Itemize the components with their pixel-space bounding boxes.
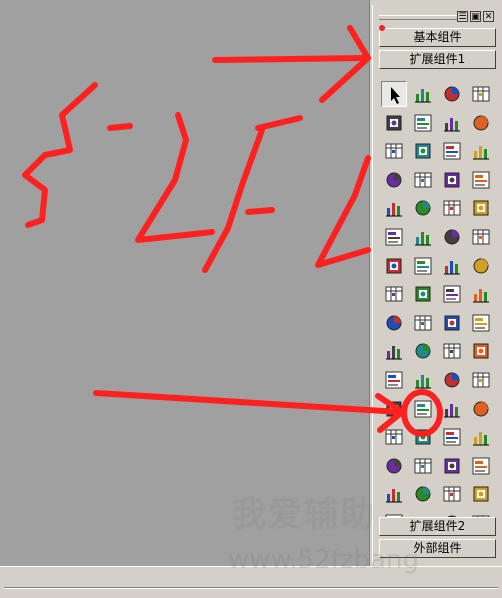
- pointer-icon[interactable]: [381, 81, 407, 107]
- combo-icon[interactable]: [410, 453, 436, 479]
- image-icon[interactable]: [381, 310, 407, 336]
- socket-icon[interactable]: [410, 110, 436, 136]
- window-icon[interactable]: [410, 253, 436, 279]
- maximize-icon[interactable]: ▣: [470, 11, 481, 22]
- ok-icon[interactable]: [468, 481, 494, 507]
- check-grid-icon[interactable]: [439, 453, 465, 479]
- menu-icon[interactable]: ☰: [457, 11, 468, 22]
- numpad-icon[interactable]: [439, 481, 465, 507]
- page-icon[interactable]: [439, 424, 465, 450]
- globe-icon[interactable]: [410, 396, 436, 422]
- ruler-icon[interactable]: [381, 281, 407, 307]
- calendar-icon[interactable]: [381, 195, 407, 221]
- vcl-icon[interactable]: [468, 424, 494, 450]
- spinner-icon[interactable]: [468, 253, 494, 279]
- audio-icon[interactable]: [468, 338, 494, 364]
- progress-icon[interactable]: [468, 81, 494, 107]
- converter-icon[interactable]: [468, 367, 494, 393]
- category-basic-button[interactable]: 基本组件: [379, 28, 496, 47]
- music-icon[interactable]: [439, 367, 465, 393]
- pie-chart-icon[interactable]: [439, 138, 465, 164]
- grid-icon[interactable]: [410, 167, 436, 193]
- form-icon[interactable]: [381, 396, 407, 422]
- color-grid-icon[interactable]: [468, 453, 494, 479]
- splitter-icon[interactable]: [410, 281, 436, 307]
- component-palette: ☰ ▣ ✕ 基本组件 扩展组件1 扩展组件2 外部组件: [372, 5, 501, 565]
- palette-titlebar[interactable]: ☰ ▣ ✕: [373, 9, 501, 25]
- design-canvas[interactable]: [0, 0, 370, 566]
- edit-icon[interactable]: [439, 253, 465, 279]
- watermark-text: 我爱辅助: [232, 495, 376, 535]
- transparent-label-icon[interactable]: [410, 224, 436, 250]
- label-ab-icon[interactable]: [410, 481, 436, 507]
- tree-icon[interactable]: [439, 167, 465, 193]
- camera-icon[interactable]: [381, 138, 407, 164]
- check-list-icon[interactable]: [439, 281, 465, 307]
- dots-icon[interactable]: [468, 281, 494, 307]
- search-icon[interactable]: [381, 481, 407, 507]
- word-icon[interactable]: [381, 424, 407, 450]
- vcl2-icon[interactable]: [381, 453, 407, 479]
- ie-icon[interactable]: [439, 310, 465, 336]
- org-chart-icon[interactable]: [410, 195, 436, 221]
- line-chart-icon[interactable]: [468, 138, 494, 164]
- cd-icon[interactable]: [381, 367, 407, 393]
- speaker-icon[interactable]: [381, 338, 407, 364]
- drag-icon[interactable]: [410, 310, 436, 336]
- drawing-icon[interactable]: [439, 110, 465, 136]
- mp3-icon[interactable]: [410, 367, 436, 393]
- text-icon[interactable]: [410, 424, 436, 450]
- watermark-url: www.52fzbang: [228, 545, 419, 575]
- folder-icon[interactable]: [439, 195, 465, 221]
- document-icon[interactable]: [439, 396, 465, 422]
- picture-box-icon[interactable]: [410, 81, 436, 107]
- speech-bubble-icon[interactable]: [439, 224, 465, 250]
- record-icon[interactable]: [410, 338, 436, 364]
- text-label-icon[interactable]: [468, 167, 494, 193]
- category-ext2-button[interactable]: 扩展组件2: [379, 517, 496, 536]
- database-icon[interactable]: [381, 167, 407, 193]
- notepad-icon[interactable]: [381, 110, 407, 136]
- list-icon[interactable]: [468, 195, 494, 221]
- turtle-icon[interactable]: [439, 81, 465, 107]
- html-browser-icon[interactable]: [468, 224, 494, 250]
- category-ext1-button[interactable]: 扩展组件1: [379, 50, 496, 69]
- midi-icon[interactable]: [439, 338, 465, 364]
- list-box-icon[interactable]: [381, 224, 407, 250]
- stack-icon[interactable]: [468, 396, 494, 422]
- bar-chart-icon[interactable]: [410, 138, 436, 164]
- grip-handle[interactable]: [379, 15, 459, 20]
- sound-icon[interactable]: [468, 310, 494, 336]
- close-icon[interactable]: ✕: [483, 11, 494, 22]
- phone-icon[interactable]: [381, 253, 407, 279]
- table-icon[interactable]: [468, 110, 494, 136]
